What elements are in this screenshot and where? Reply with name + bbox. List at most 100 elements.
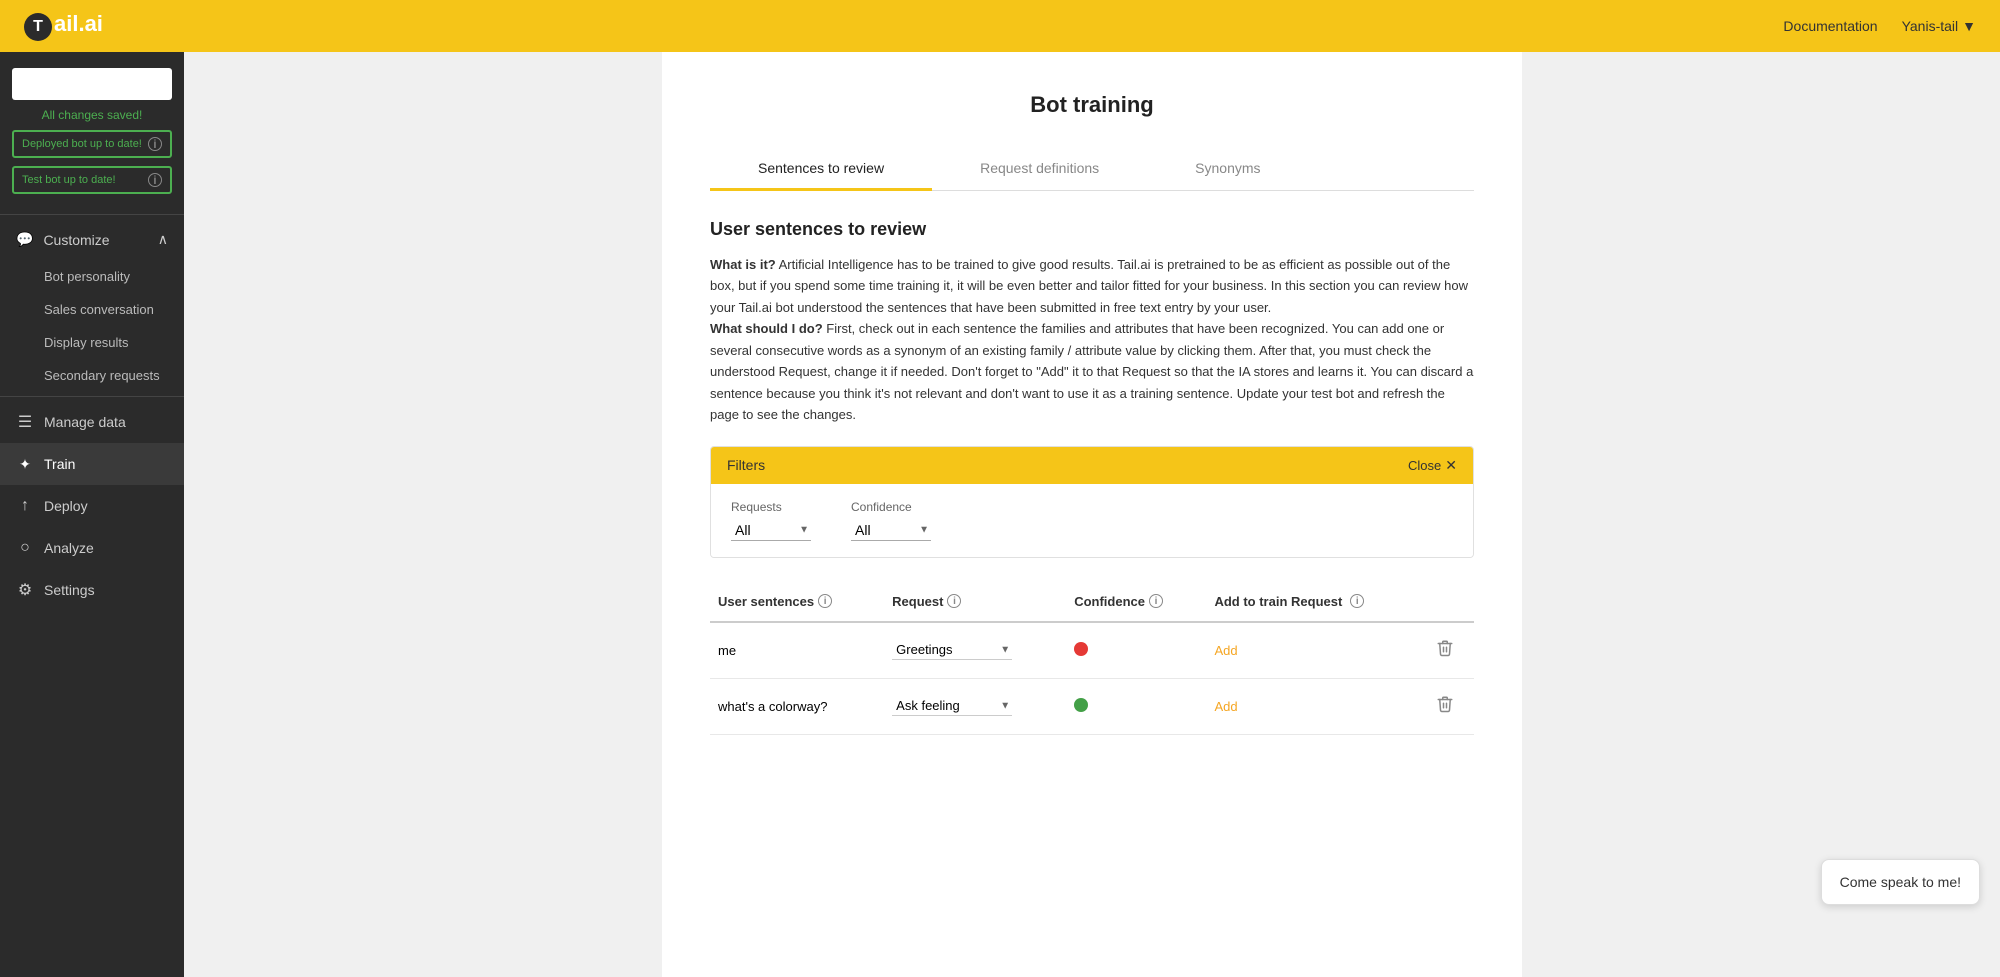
tab-sentences-to-review[interactable]: Sentences to review — [710, 148, 932, 191]
sidebar-item-deploy[interactable]: ↑ Deploy — [0, 485, 184, 527]
logo: Tail.ai — [24, 11, 103, 41]
confidence-dot — [1074, 698, 1088, 712]
sidebar-item-display-results[interactable]: Display results — [0, 326, 184, 359]
sidebar-item-train[interactable]: ✦ Train — [0, 443, 184, 485]
topbar-right: Documentation Yanis-tail ▼ — [1783, 18, 1976, 34]
requests-filter-label: Requests — [731, 500, 811, 514]
user-menu[interactable]: Yanis-tail ▼ — [1902, 18, 1976, 34]
filters-close-button[interactable]: Close ✕ — [1408, 457, 1457, 474]
analyze-label: Analyze — [44, 540, 94, 556]
confidence-dot — [1074, 642, 1088, 656]
request-select-0[interactable]: Greetings — [892, 640, 1012, 660]
topbar: Tail.ai Documentation Yanis-tail ▼ — [0, 0, 2000, 52]
requests-select[interactable]: All — [731, 520, 811, 541]
sidebar-top: All changes saved! Deployed bot up to da… — [0, 68, 184, 210]
add-link-1[interactable]: Add — [1214, 699, 1237, 714]
sidebar-item-manage-data[interactable]: ☰ Manage data — [0, 401, 184, 443]
requests-select-wrap: All — [731, 520, 811, 541]
sidebar-item-sales-conversation[interactable]: Sales conversation — [0, 293, 184, 326]
sidebar-item-bot-personality[interactable]: Bot personality — [0, 260, 184, 293]
deploy-label: Deploy — [44, 498, 88, 514]
what-should-label: What should I do? — [710, 321, 823, 336]
chat-bubble: Come speak to me! — [1821, 859, 1980, 905]
delete-cell — [1428, 622, 1474, 679]
search-input[interactable] — [12, 68, 172, 100]
confidence-select-wrap: All — [851, 520, 931, 541]
deployed-bot-button[interactable]: Deployed bot up to date! i — [12, 130, 172, 158]
sentences-table: User sentences i Request i — [710, 586, 1474, 735]
settings-icon: ⚙ — [16, 581, 34, 599]
train-icon: ✦ — [16, 455, 34, 473]
customize-section-header[interactable]: 💬 Customize ∧ — [0, 219, 184, 260]
request-select-1[interactable]: Ask feeling — [892, 696, 1012, 716]
add-cell: Add — [1206, 678, 1428, 734]
content-panel: Bot training Sentences to review Request… — [662, 52, 1522, 977]
what-is-it-label: What is it? — [710, 257, 776, 272]
tab-synonyms[interactable]: Synonyms — [1147, 148, 1308, 191]
chevron-down-icon: ▼ — [1962, 18, 1976, 34]
add-col-info-icon[interactable]: i — [1350, 594, 1364, 608]
delete-button-0[interactable] — [1436, 639, 1454, 662]
filters-body: Requests All Confidence All — [711, 484, 1473, 557]
page-title: Bot training — [710, 92, 1474, 118]
add-link-0[interactable]: Add — [1214, 643, 1237, 658]
status-badge: All changes saved! — [12, 108, 172, 122]
tabs: Sentences to review Request definitions … — [710, 148, 1474, 191]
close-label: Close — [1408, 458, 1441, 473]
logo-circle: T — [24, 13, 52, 41]
sidebar: All changes saved! Deployed bot up to da… — [0, 52, 184, 977]
request-select-wrap: Greetings — [892, 640, 1012, 660]
confidence-select[interactable]: All — [851, 520, 931, 541]
col-request: Request i — [884, 586, 1066, 622]
customize-icon: 💬 — [16, 231, 33, 248]
request-col-info-icon[interactable]: i — [947, 594, 961, 608]
request-cell: Ask feeling — [884, 678, 1066, 734]
sidebar-item-settings[interactable]: ⚙ Settings — [0, 569, 184, 611]
confidence-cell — [1066, 678, 1206, 734]
confidence-cell — [1066, 622, 1206, 679]
add-cell: Add — [1206, 622, 1428, 679]
confidence-filter-group: Confidence All — [851, 500, 931, 541]
customize-label: Customize — [43, 232, 109, 248]
confidence-filter-label: Confidence — [851, 500, 931, 514]
user-name: Yanis-tail — [1902, 18, 1959, 34]
filters-label: Filters — [727, 457, 765, 473]
table-row: me Greetings Add — [710, 622, 1474, 679]
settings-label: Settings — [44, 582, 95, 598]
deploy-icon: ↑ — [16, 497, 34, 515]
confidence-col-info-icon[interactable]: i — [1149, 594, 1163, 608]
filters-box: Filters Close ✕ Requests All — [710, 446, 1474, 558]
tab-request-definitions[interactable]: Request definitions — [932, 148, 1147, 191]
sentence-cell: what's a colorway? — [710, 678, 884, 734]
manage-data-label: Manage data — [44, 414, 126, 430]
sidebar-item-analyze[interactable]: ○ Analyze — [0, 527, 184, 569]
what-should-text: First, check out in each sentence the fa… — [710, 321, 1473, 422]
request-cell: Greetings — [884, 622, 1066, 679]
customize-left: 💬 Customize — [16, 231, 110, 248]
col-add-to-train: Add to train Request i — [1206, 586, 1428, 622]
manage-data-icon: ☰ — [16, 413, 34, 431]
delete-button-1[interactable] — [1436, 695, 1454, 718]
sentence-cell: me — [710, 622, 884, 679]
deployed-info-icon[interactable]: i — [148, 137, 162, 151]
chat-bubble-text: Come speak to me! — [1840, 874, 1961, 890]
request-select-wrap: Ask feeling — [892, 696, 1012, 716]
test-info-icon[interactable]: i — [148, 173, 162, 187]
customize-sub-items: Bot personality Sales conversation Displ… — [0, 260, 184, 392]
train-label: Train — [44, 456, 75, 472]
sidebar-item-secondary-requests[interactable]: Secondary requests — [0, 359, 184, 392]
what-is-it-text: Artificial Intelligence has to be traine… — [710, 257, 1468, 315]
info-block: What is it? Artificial Intelligence has … — [710, 254, 1474, 426]
col-delete — [1428, 586, 1474, 622]
col-confidence: Confidence i — [1066, 586, 1206, 622]
table-row: what's a colorway? Ask feeling Add — [710, 678, 1474, 734]
documentation-link[interactable]: Documentation — [1783, 18, 1877, 34]
close-icon: ✕ — [1445, 457, 1457, 474]
requests-filter-group: Requests All — [731, 500, 811, 541]
test-bot-button[interactable]: Test bot up to date! i — [12, 166, 172, 194]
section-title: User sentences to review — [710, 219, 1474, 240]
analyze-icon: ○ — [16, 539, 34, 557]
sentences-col-info-icon[interactable]: i — [818, 594, 832, 608]
main-content: Bot training Sentences to review Request… — [184, 52, 2000, 977]
col-sentences: User sentences i — [710, 586, 884, 622]
